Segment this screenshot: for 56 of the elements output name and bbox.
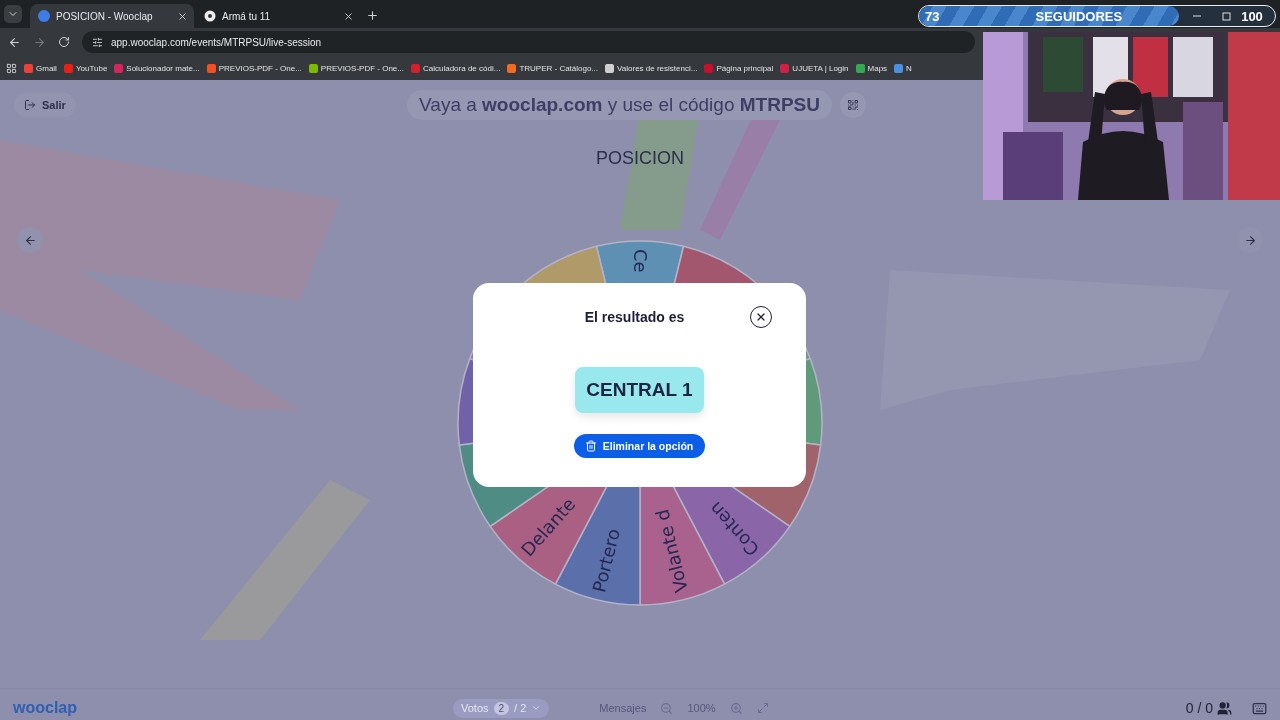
back-icon[interactable] [8, 35, 21, 49]
caret-icon [531, 703, 542, 713]
tab-search-button[interactable] [4, 5, 22, 23]
exit-icon [24, 99, 36, 111]
wheel-label: Volante d [651, 507, 692, 595]
close-icon [755, 311, 767, 323]
qr-code-button[interactable] [840, 92, 866, 118]
apps-icon[interactable] [6, 62, 17, 74]
bookmark[interactable]: N [894, 63, 912, 73]
delete-option-button[interactable]: Eliminar la opción [573, 434, 706, 458]
votes-count: 2 [493, 701, 510, 715]
bookmark[interactable]: UJUETA | Login [780, 63, 849, 73]
keyboard-icon[interactable] [1252, 700, 1267, 716]
browser-tab[interactable]: POSICION - Wooclap [30, 4, 194, 28]
goal-count: 100 [1241, 8, 1263, 24]
forward-icon[interactable] [33, 35, 46, 49]
participant-count: 0 / 0 [1185, 700, 1232, 716]
close-icon[interactable] [177, 10, 188, 22]
address-bar[interactable]: app.wooclap.com/events/MTRPSU/live-session [82, 31, 975, 53]
new-tab-icon[interactable] [366, 9, 379, 22]
bookmark[interactable]: Página principal [704, 63, 774, 73]
arrow-right-icon [1243, 233, 1257, 247]
votes-button[interactable]: Votos 2 / 2 [453, 698, 550, 718]
people-icon [1217, 700, 1232, 716]
qr-code-icon [847, 99, 859, 111]
bookmark[interactable]: Valores de resistenci... [605, 63, 698, 73]
dialog-title: El resultado es [584, 309, 685, 325]
bookmark[interactable]: PREVIOS-PDF - One... [308, 63, 404, 73]
bookmark[interactable]: PREVIOS-PDF - One... [206, 63, 302, 73]
goal-label: SEGUIDORES [1035, 8, 1123, 24]
join-message: Vaya a wooclap.com y use el código MTRPSU [407, 90, 832, 120]
bookmark[interactable]: TRUPER - Catálogo... [507, 63, 599, 73]
result-label: CENTRAL 1 [575, 367, 704, 413]
arrow-left-icon [23, 233, 37, 247]
question-title: POSICION [595, 148, 685, 169]
tab-title: Armá tu 11 [222, 10, 272, 22]
bookmark[interactable]: Calculadora de códi... [411, 63, 501, 73]
site-settings-icon[interactable] [92, 36, 103, 48]
ball-icon [204, 10, 216, 22]
tab-title: POSICION - Wooclap [56, 10, 154, 22]
close-icon[interactable] [343, 10, 354, 22]
wooclap-logo: wooclap [13, 699, 78, 717]
browser-tab[interactable]: Armá tu 11 [196, 4, 360, 28]
wheel-label: Portero [588, 526, 625, 595]
bookmark[interactable]: Gmail [24, 63, 57, 73]
close-button[interactable] [750, 306, 772, 328]
exit-button[interactable]: Salir [14, 93, 76, 117]
wheel-label: Ce [629, 249, 651, 273]
bookmark[interactable]: YouTube [63, 63, 108, 73]
bookmark[interactable]: Solucionador mate... [114, 63, 200, 73]
bookmark[interactable]: Maps [855, 63, 888, 73]
current-count: 73 [925, 8, 940, 24]
restore-icon [1222, 11, 1232, 21]
site-logo-icon [38, 10, 50, 22]
trash-icon [584, 440, 597, 452]
reload-icon[interactable] [58, 36, 70, 48]
